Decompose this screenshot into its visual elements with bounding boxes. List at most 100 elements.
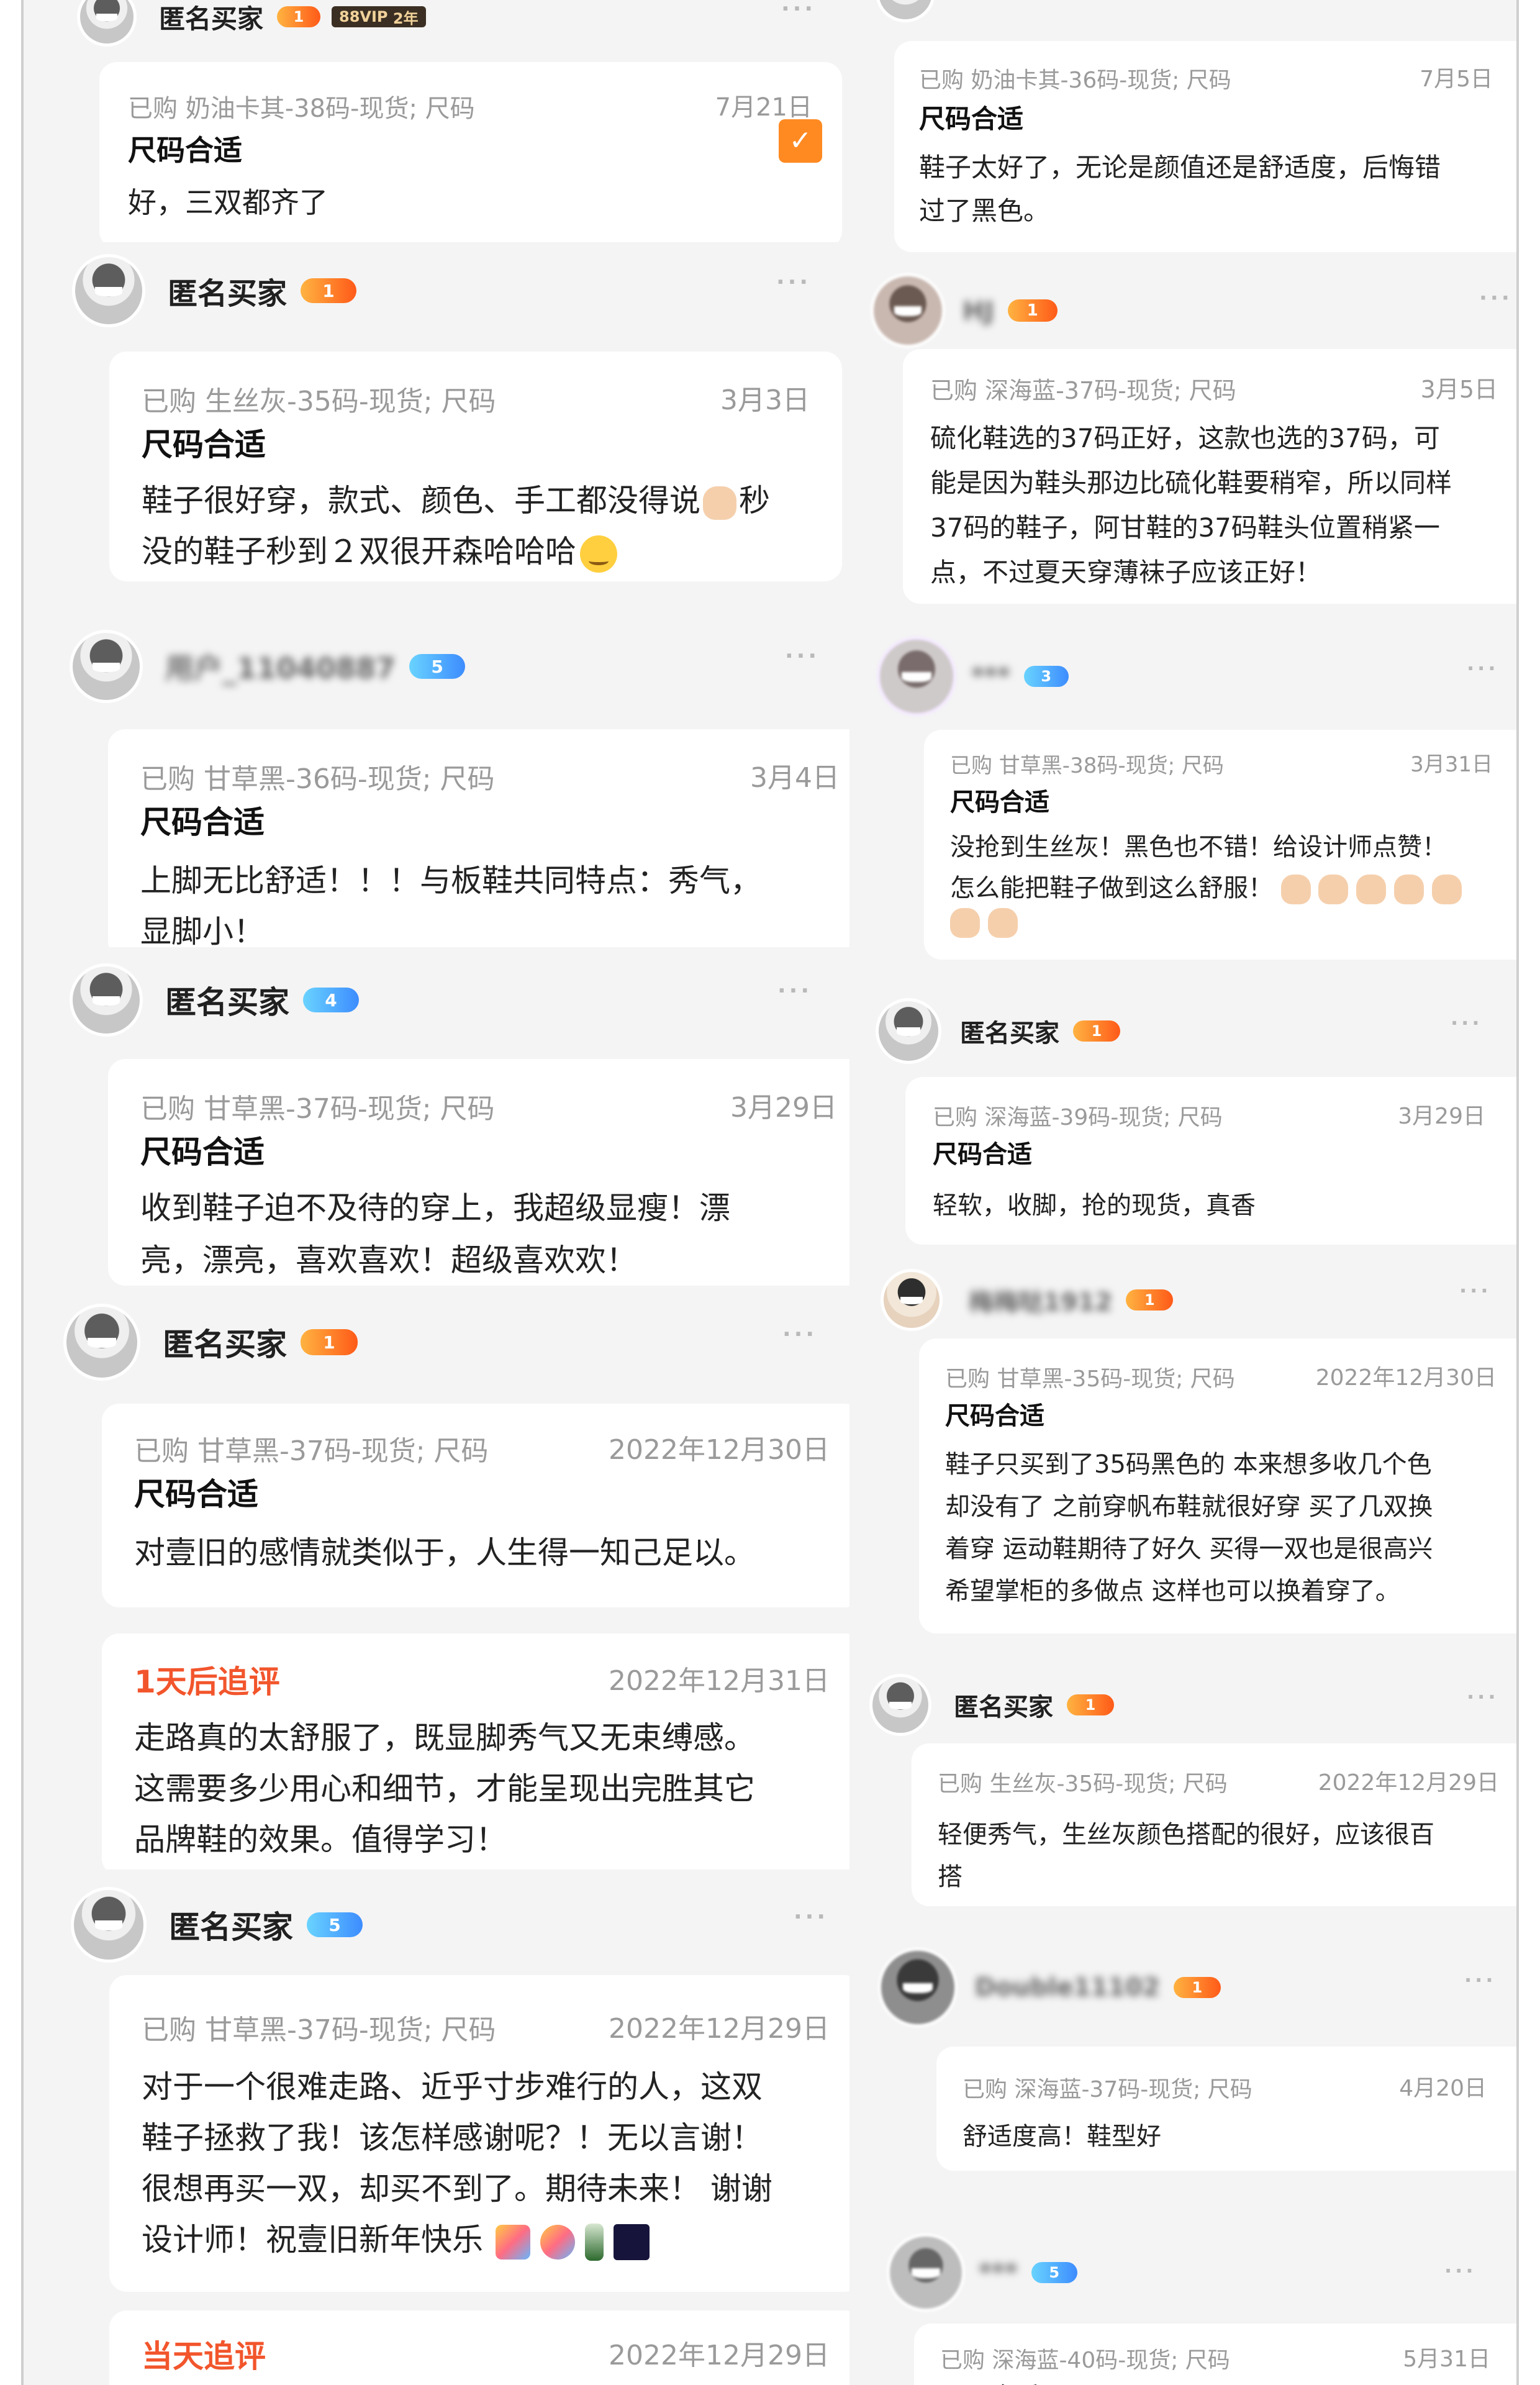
reviewer-row: 匿名买家 1 88VIP 2年 xyxy=(77,0,426,51)
review-date: 4月20日 xyxy=(1399,2076,1487,2101)
reviewer-row: 梅梅哒1912 1 xyxy=(881,1263,1174,1337)
more-options-icon[interactable]: ··· xyxy=(1444,2259,1476,2283)
review-text-line: 很想再买一双，却买不到了。期待未来！ 谢谢 xyxy=(142,2171,772,2207)
review-text-line: 没的鞋子秒到２双很开森哈哈哈 xyxy=(142,527,617,573)
review-card: 已购 甘草黑-35码-现货; 尺码 2022年12月30日 尺码合适 鞋子只买到… xyxy=(919,1338,1516,1633)
thumbs-up-emoji xyxy=(1393,874,1424,904)
champagne-emoji xyxy=(584,2223,604,2261)
review-card: 已购 甘草黑-37码-现货; 尺码 2022年12月30日 尺码合适 对壹旧的感… xyxy=(102,1404,849,1607)
user-avatar xyxy=(871,273,945,348)
more-options-icon[interactable]: ··· xyxy=(781,0,816,22)
review-shot: 匿名买家 4 ··· 已购 甘草黑-37码-现货; 尺码 3月29日 尺码合适 … xyxy=(24,947,849,1286)
more-options-icon[interactable]: ··· xyxy=(794,1904,828,1930)
review-text-line: 37码的鞋子，阿甘鞋的37码鞋头位置稍紧一 xyxy=(930,512,1440,543)
review-card: 已购 甘草黑-38码-现货; 尺码 3月31日 尺码合适 没抢到生丝灰！黑色也不… xyxy=(924,730,1516,960)
review-date: 3月29日 xyxy=(1398,1104,1485,1129)
review-text: 舒适度高！鞋型好 xyxy=(962,2122,1161,2151)
party-face-emoji xyxy=(580,535,617,573)
thumbs-up-emoji xyxy=(1356,874,1387,904)
more-options-icon[interactable]: ··· xyxy=(1459,1279,1491,1302)
reviewer-row: *** 5 xyxy=(887,2229,1077,2316)
review-text: 鞋子太好了，无论是颜值还是舒适度，后悔错 xyxy=(919,152,1441,183)
follow-up-card: 1天后追评 2022年12月31日 走路真的太舒服了，既显脚秀气又无束缚感。 这… xyxy=(102,1633,849,1869)
size-fit-label: 尺码合适 xyxy=(128,134,242,167)
user-avatar xyxy=(887,2233,965,2312)
review-text-line: 设计师！祝壹旧新年快乐 xyxy=(142,2215,650,2261)
more-options-icon[interactable]: ··· xyxy=(1467,656,1498,680)
purchase-info: 已购 甘草黑-38码-现货; 尺码 xyxy=(950,753,1224,778)
more-options-icon[interactable]: ··· xyxy=(1464,1968,1496,1992)
diamond-level-badge: 5 xyxy=(1031,2262,1077,2283)
follow-up-label: 1天后追评 xyxy=(134,1664,280,1700)
default-avatar-icon xyxy=(77,0,137,47)
reviewer-row: Double11102 1 xyxy=(878,1941,1221,2034)
review-text-line: 搭 xyxy=(938,1863,962,1891)
reviewer-row: *** 3 xyxy=(877,633,1069,720)
diamond-level-badge: 5 xyxy=(409,654,466,679)
more-options-icon[interactable]: ··· xyxy=(1479,286,1513,311)
review-date: 5月31日 xyxy=(1403,2346,1490,2372)
thumbs-up-emoji xyxy=(1280,874,1311,904)
follow-up-text-line: 走路真的太舒服了，既显脚秀气又无束缚感。 xyxy=(134,1720,755,1756)
reviewer-row: HJ 1 xyxy=(871,267,1058,354)
review-date: 2022年12月29日 xyxy=(1318,1770,1499,1796)
purchase-info: 已购 深海蓝-40码-现货; 尺码 xyxy=(940,2348,1230,2373)
review-card: 已购 甘草黑-37码-现货; 尺码 3月29日 尺码合适 收到鞋子迫不及待的穿上… xyxy=(108,1059,849,1286)
default-avatar-icon xyxy=(71,1887,147,1963)
review-shot: 匿名买家 1 88VIP 2年 ··· 已购 奶油卡其-38码-现货; 尺码 7… xyxy=(24,0,849,242)
reviewer-name: 匿名买家 xyxy=(165,984,289,1020)
review-shot: 已购 奶油卡其-36码-现货; 尺码 7月5日 尺码合适 鞋子太好了，无论是颜值… xyxy=(869,0,1516,255)
review-date: 3月3日 xyxy=(720,384,810,416)
reviewer-row: 匿名买家 1 xyxy=(72,252,357,329)
thumbs-up-emoji xyxy=(1431,874,1462,904)
review-text: 对壹旧的感情就类似于，人生得一知己足以。 xyxy=(134,1535,755,1571)
checkbox-checked-icon[interactable]: ✓ xyxy=(779,119,822,163)
confetti-emoji xyxy=(540,2224,575,2260)
purchase-info: 已购 深海蓝-39码-现货; 尺码 xyxy=(933,1105,1223,1130)
user-avatar xyxy=(881,1269,943,1331)
review-text-line: 点，不过夏天穿薄袜子应该正好！ xyxy=(930,557,1322,588)
review-text-line: 硫化鞋选的37码正好，这款也选的37码，可 xyxy=(930,423,1440,453)
review-text-line: 鞋子拯救了我！该怎样感谢呢？！无以言谢！ xyxy=(142,2120,763,2156)
review-text-line: 着穿 运动鞋期待了好久 买得一双也是很高兴 xyxy=(945,1535,1433,1563)
review-shot: 匿名买家 5 ··· 已购 甘草黑-37码-现货; 尺码 2022年12月29日… xyxy=(24,1869,849,2385)
size-fit-label: 尺码合适 xyxy=(950,788,1049,817)
more-options-icon[interactable]: ··· xyxy=(782,1322,817,1347)
vip-badge: 88VIP 2年 xyxy=(332,6,426,27)
review-text-line: 对于一个很难走路、近乎寸步难行的人，这双 xyxy=(142,2069,763,2105)
review-shot: 用户_11040887 5 ··· 已购 甘草黑-36码-现货; 尺码 3月4日… xyxy=(24,590,849,947)
more-options-icon[interactable]: ··· xyxy=(1451,1011,1482,1035)
purchase-info: 已购 奶油卡其-38码-现货; 尺码 xyxy=(128,94,475,123)
review-text-line: 能是因为鞋头那边比硫化鞋要稍窄，所以同样 xyxy=(930,468,1452,498)
purchase-info: 已购 深海蓝-37码-现货; 尺码 xyxy=(930,377,1236,404)
review-text: 轻软，收脚，抢的现货，真香 xyxy=(933,1191,1256,1220)
crown-level-badge: 1 xyxy=(1067,1694,1114,1715)
review-date: 3月31日 xyxy=(1410,752,1493,777)
reviewer-name: 用户_11040887 xyxy=(165,652,396,685)
follow-up-date: 2022年12月29日 xyxy=(609,2340,830,2371)
reviewer-name: 匿名买家 xyxy=(960,1019,1059,1048)
more-options-icon[interactable]: ··· xyxy=(776,270,811,295)
size-fit-label: 尺码合适 xyxy=(140,804,265,840)
thumbs-up-emoji xyxy=(1318,874,1349,904)
purchase-info: 已购 甘草黑-35码-现货; 尺码 xyxy=(945,1366,1235,1392)
review-text: 没抢到生丝灰！黑色也不错！给设计师点赞！ xyxy=(950,833,1447,861)
purchase-info: 已购 生丝灰-35码-现货; 尺码 xyxy=(142,386,496,417)
review-text: 鞋子很好穿，款式、颜色、手工都没得说秒 xyxy=(142,483,770,520)
emoji-line xyxy=(950,907,1018,938)
review-date: 2022年12月29日 xyxy=(609,2013,830,2045)
review-shot: 匿名买家 1 ··· 已购 深海蓝-39码-现货; 尺码 3月29日 尺码合适 … xyxy=(869,975,1516,1252)
more-options-icon[interactable]: ··· xyxy=(777,978,812,1004)
purchase-info: 已购 甘草黑-37码-现货; 尺码 xyxy=(142,2014,496,2046)
review-shot: 梅梅哒1912 1 ··· 已购 甘草黑-35码-现货; 尺码 2022年12月… xyxy=(869,1252,1516,1649)
more-options-icon[interactable]: ··· xyxy=(785,643,820,669)
more-options-icon[interactable]: ··· xyxy=(1467,1685,1498,1709)
review-shot: *** 3 ··· 已购 甘草黑-38码-现货; 尺码 3月31日 尺码合适 没… xyxy=(869,612,1516,975)
review-shot: Double11102 1 ··· 已购 深海蓝-37码-现货; 尺码 4月20… xyxy=(869,1928,1516,2214)
review-date: 7月5日 xyxy=(1420,66,1493,92)
review-card: 已购 深海蓝-39码-现货; 尺码 3月29日 尺码合适 轻软，收脚，抢的现货，… xyxy=(905,1077,1516,1245)
review-text-line: 却没有了 之前穿帆布鞋就很好穿 买了几双换 xyxy=(945,1492,1433,1521)
review-card: 已购 生丝灰-35码-现货; 尺码 2022年12月29日 轻便秀气，生丝灰颜色… xyxy=(912,1743,1516,1906)
size-fit-label: 尺码合适 xyxy=(140,1134,265,1170)
review-shot: *** 5 ··· 已购 深海蓝-40码-现货; 尺码 5月31日 尺码合适 xyxy=(869,2214,1516,2385)
